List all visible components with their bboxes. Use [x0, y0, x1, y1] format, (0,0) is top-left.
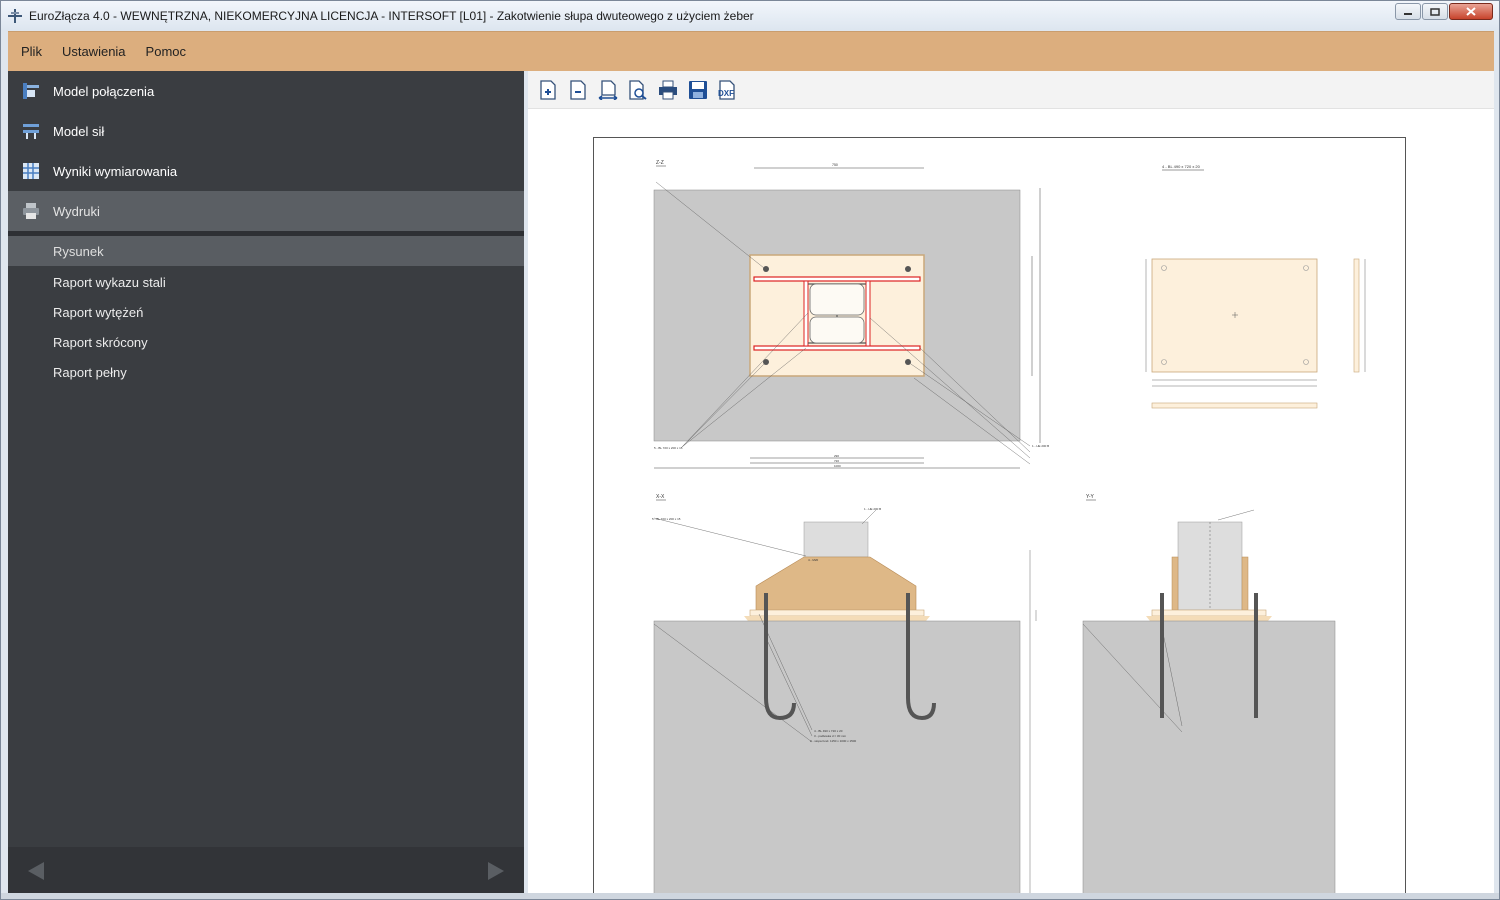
dimension-top: 750	[832, 163, 838, 167]
leader-label-grout: 3 - podlewka d = 30 mm	[814, 734, 847, 738]
window-title: EuroZłącza 4.0 - WEWNĘTRZNA, NIEKOMERCYJ…	[29, 8, 754, 23]
sidebar-item-connection-model[interactable]: Model połączenia	[8, 71, 524, 111]
sidebar-subitem-drawing[interactable]: Rysunek	[8, 236, 524, 266]
printer-icon	[21, 201, 41, 221]
sidebar-item-label: Model sił	[53, 123, 105, 139]
foundation-elevation-xx	[653, 620, 1021, 893]
leader-label-foundation: 2 - stopa fund. 1150 x 1000 x 1500	[810, 739, 856, 743]
technical-drawing: Z-Z 750 290 720 1000 1 - HE 200 B 5 - BL…	[652, 160, 1366, 893]
zoom-out-button[interactable]	[567, 79, 589, 101]
section-label-zz: Z-Z	[656, 160, 664, 166]
zoom-in-icon	[540, 79, 556, 100]
minimize-icon	[1404, 12, 1412, 15]
sidebar-item-force-model[interactable]: Model sił	[8, 111, 524, 151]
plate-detail	[1151, 258, 1318, 373]
dxf-export-icon: DXF	[718, 79, 735, 100]
title-bar: EuroZłącza 4.0 - WEWNĘTRZNA, NIEKOMERCYJ…	[1, 1, 1499, 30]
leader-label-rib: 5 - BL 720 x 200 x 15	[654, 446, 683, 450]
close-button[interactable]	[1449, 3, 1493, 20]
sidebar-subitem-short-report[interactable]: Raport skrócony	[8, 327, 524, 357]
section-label-xx: X-X	[656, 494, 665, 500]
zoom-in-button[interactable]	[537, 79, 559, 101]
dxf-export-button[interactable]: DXF	[717, 79, 739, 101]
sidebar-item-label: Wydruki	[53, 203, 100, 219]
app-window: EuroZłącza 4.0 - WEWNĘTRZNA, NIEKOMERCYJ…	[0, 0, 1500, 900]
leader-label-rib-xx: 5 - BL 720 x 200 x 15	[652, 517, 681, 521]
sidebar-subitem-utilization-report[interactable]: Raport wytężeń	[8, 297, 524, 327]
app-icon	[8, 8, 22, 23]
save-button[interactable]	[687, 79, 709, 101]
drawing-toolbar: DXF	[528, 71, 1494, 109]
drawing-sheet: Z-Z 750 290 720 1000 1 - HE 200 B 5 - BL…	[593, 137, 1406, 893]
print-button[interactable]	[657, 79, 679, 101]
sidebar-item-printouts[interactable]: Wydruki	[8, 191, 524, 231]
drawing-pane: DXF Z-Z 750 290 720 1000 1 - HE 200 B 5 …	[528, 71, 1494, 893]
rib-elevation	[755, 556, 917, 611]
leader-label-bolts: 4 - M20	[808, 558, 819, 562]
menu-ustawienia[interactable]: Ustawienia	[62, 44, 126, 59]
foundation-elevation-yy	[1082, 620, 1336, 893]
leader-label-column-xx: 1 - HE 200 B	[864, 507, 881, 511]
sidebar-item-label: Wyniki wymiarowania	[53, 163, 178, 179]
menu-bar: Plik Ustawienia Pomoc	[8, 31, 1494, 71]
restore-icon	[1430, 7, 1440, 16]
preview-button[interactable]	[627, 79, 649, 101]
section-label-yy: Y-Y	[1086, 494, 1095, 500]
save-icon	[689, 80, 707, 99]
maximize-button[interactable]	[1422, 3, 1448, 20]
status-bar	[1, 893, 1499, 899]
dimension-bottom-1: 290	[834, 454, 839, 458]
menu-plik[interactable]: Plik	[21, 44, 42, 59]
sidebar-item-design-results[interactable]: Wyniki wymiarowania	[8, 151, 524, 191]
sidebar-subitem-steel-list-report[interactable]: Raport wykazu stali	[8, 267, 524, 297]
leader-label-plate: 4 - BL 490 x 720 x 20	[814, 729, 843, 733]
leader-label-column: 1 - HE 200 B	[1032, 444, 1049, 448]
dimension-bottom-2: 720	[834, 459, 839, 463]
svg-text:DXF: DXF	[718, 89, 734, 98]
force-model-icon	[21, 121, 41, 141]
print-icon	[659, 80, 677, 99]
previous-arrow-icon[interactable]	[28, 862, 44, 880]
menu-pomoc[interactable]: Pomoc	[146, 44, 186, 59]
sidebar-item-label: Model połączenia	[53, 83, 155, 99]
minimize-button[interactable]	[1395, 3, 1421, 20]
next-arrow-icon[interactable]	[488, 862, 504, 880]
sidebar-footer	[8, 847, 524, 893]
close-icon	[1466, 7, 1476, 16]
design-results-icon	[21, 161, 41, 181]
dimension-bottom-3: 1000	[834, 464, 841, 468]
window-controls	[1394, 3, 1493, 20]
preview-icon	[629, 79, 647, 100]
fit-width-button[interactable]	[597, 79, 619, 101]
sidebar-subitem-full-report[interactable]: Raport pełny	[8, 357, 524, 387]
zoom-out-icon	[570, 79, 586, 100]
fit-width-icon	[598, 79, 618, 100]
sidebar: Model połączenia Model sił Wyniki wymiar…	[8, 71, 524, 893]
connection-model-icon	[21, 81, 41, 101]
plate-detail-label: 4 - BL 490 x 720 x 20	[1162, 164, 1201, 169]
